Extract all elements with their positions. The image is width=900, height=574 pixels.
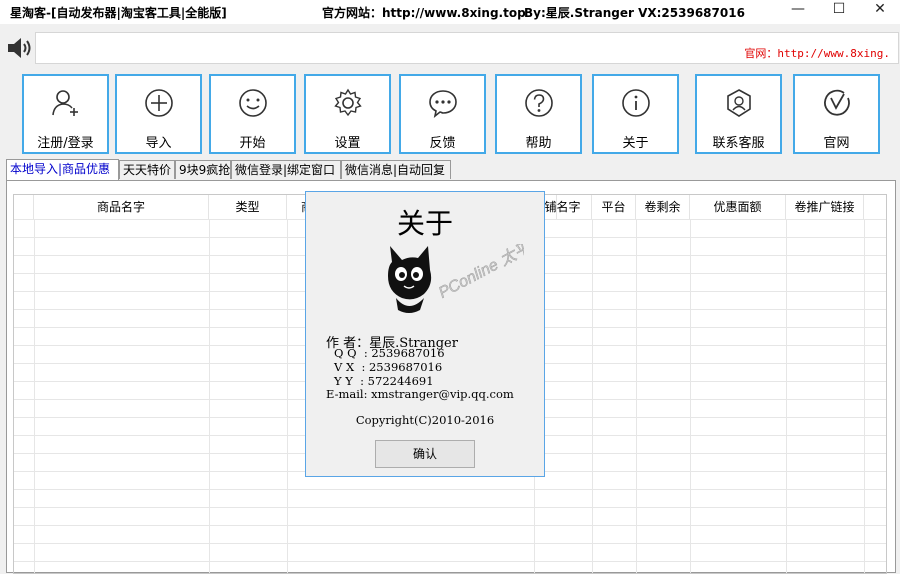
notice-box: 官网：http://www.8xing. — [35, 32, 899, 64]
grid-column-line — [786, 219, 787, 573]
tab-local-import[interactable]: 本地导入|商品优惠 — [6, 159, 119, 180]
tab-9-9-rush[interactable]: 9块9疯抢 — [175, 160, 231, 179]
minimize-button[interactable]: — — [778, 0, 818, 22]
toolbar-label: 开始 — [239, 136, 266, 151]
toolbar-label: 反馈 — [429, 136, 456, 151]
toolbar-label: 关于 — [622, 136, 649, 151]
grid-column-line — [864, 219, 865, 573]
grid-row-line — [14, 489, 886, 490]
watermark-text: PConline 太平洋下载 — [436, 244, 524, 302]
chat-icon — [428, 90, 457, 118]
toolbar-label: 设置 — [334, 136, 361, 151]
confirm-button[interactable]: 确认 — [375, 440, 475, 468]
register-login-button[interactable]: 注册/登录 — [22, 74, 109, 154]
column-header[interactable]: 平台 — [592, 195, 636, 219]
toolbar-label: 官网 — [823, 136, 850, 151]
support-icon — [726, 89, 751, 117]
settings-button[interactable]: 设置 — [304, 74, 391, 154]
qq-line: Q Q : 2539687016 — [334, 346, 445, 360]
info-icon — [621, 89, 650, 117]
maximize-button[interactable]: ☐ — [819, 0, 859, 22]
column-header[interactable]: 卷推广链接 — [786, 195, 864, 219]
grid-column-line — [636, 219, 637, 573]
author-label: By:星辰.Stranger VX:2539687016 — [524, 6, 745, 20]
tab-wechat-reply[interactable]: 微信消息|自动回复 — [341, 160, 451, 179]
smiley-icon — [238, 89, 267, 117]
column-header[interactable]: 卷剩余 — [636, 195, 690, 219]
row-header-cell — [14, 195, 34, 219]
plus-circle-icon — [144, 89, 173, 117]
contact-support-button[interactable]: 联系客服 — [695, 74, 782, 154]
column-header-filler — [864, 195, 886, 219]
feedback-button[interactable]: 反馈 — [399, 74, 486, 154]
toolbar-label: 注册/登录 — [37, 136, 94, 151]
grid-row-line — [14, 525, 886, 526]
grid-column-line — [34, 219, 35, 573]
title-bar: 星淘客-[自动发布器|淘宝客工具|全能版] 官方网站：http://www.8x… — [0, 0, 900, 24]
start-button[interactable]: 开始 — [209, 74, 296, 154]
toolbar-label: 帮助 — [525, 136, 552, 151]
grid-row-line — [14, 561, 886, 562]
about-dialog: 关于 PConline 太平洋下载 作 者：星辰.Stranger Q Q : … — [305, 191, 545, 477]
official-site-label: 官方网站：http://www.8xing.top — [322, 6, 526, 20]
grid-column-line — [690, 219, 691, 573]
grid-column-line — [592, 219, 593, 573]
column-header[interactable]: 类型 — [209, 195, 287, 219]
yy-line: Y Y : 572244691 — [334, 374, 434, 388]
official-website-button[interactable]: 官网 — [793, 74, 880, 154]
tab-wechat-login[interactable]: 微信登录|绑定窗口 — [231, 160, 341, 179]
notice-bar: 官网：http://www.8xing. — [0, 28, 900, 68]
column-header[interactable]: 商品名字 — [34, 195, 209, 219]
grid-column-line — [287, 219, 288, 573]
gear-icon — [333, 88, 362, 117]
toolbar-label: 联系客服 — [712, 136, 765, 151]
notice-marquee: 官网：http://www.8xing. — [744, 47, 890, 60]
email-line: E-mail: xmstranger@vip.qq.com — [326, 387, 514, 401]
toolbar-label: 导入 — [145, 136, 172, 151]
app-title: 星淘客-[自动发布器|淘宝客工具|全能版] — [10, 6, 227, 20]
grid-column-line — [209, 219, 210, 573]
vx-line: V X : 2539687016 — [334, 360, 443, 374]
grid-row-line — [14, 543, 886, 544]
user-add-icon — [51, 90, 78, 116]
website-icon — [823, 89, 850, 116]
speaker-icon[interactable] — [6, 36, 34, 60]
about-button[interactable]: 关于 — [592, 74, 679, 154]
dialog-title: 关于 — [396, 207, 453, 240]
help-button[interactable]: 帮助 — [495, 74, 582, 154]
copyright-line: Copyright(C)2010-2016 — [355, 413, 495, 427]
column-header[interactable]: 优惠面额 — [690, 195, 786, 219]
tab-daily-deals[interactable]: 天天特价 — [119, 160, 175, 179]
question-icon — [524, 89, 553, 117]
import-button[interactable]: 导入 — [115, 74, 202, 154]
grid-row-line — [14, 507, 886, 508]
close-button[interactable]: ✕ — [860, 0, 900, 22]
cat-mascot-icon: PConline 太平洋下载 — [388, 244, 524, 313]
